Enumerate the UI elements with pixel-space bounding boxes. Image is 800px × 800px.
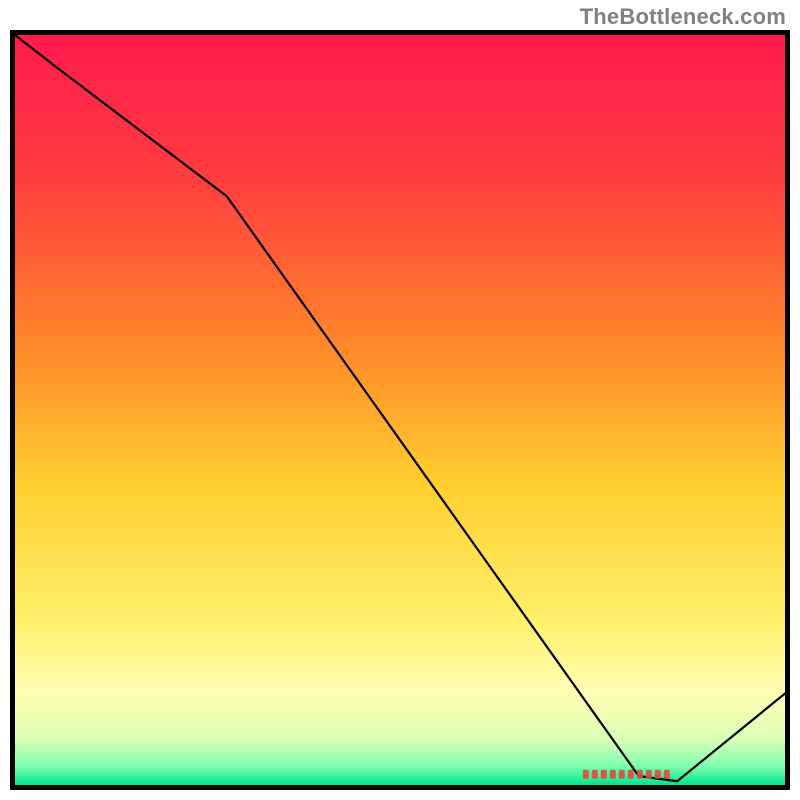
attribution-text: TheBottleneck.com [580, 4, 786, 30]
chart-frame [10, 30, 790, 790]
chart-container: TheBottleneck.com [0, 0, 800, 800]
chart-svg [10, 30, 790, 790]
gradient-background [15, 35, 785, 785]
